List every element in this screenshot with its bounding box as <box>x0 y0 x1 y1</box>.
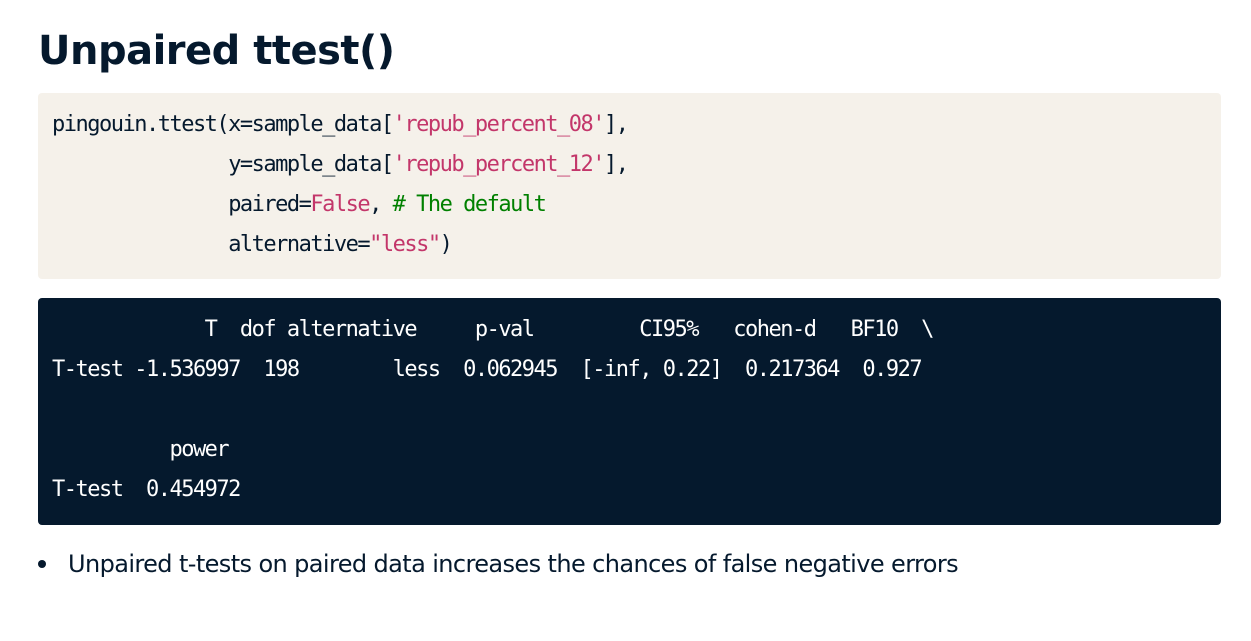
output-header-row-2: power <box>52 437 229 462</box>
slide-title: Unpaired ttest() <box>38 28 395 74</box>
output-blank-row <box>52 397 64 422</box>
output-header-row: T dof alternative p-val CI95% cohen-d BF… <box>52 317 935 342</box>
output-text: T dof alternative p-val CI95% cohen-d BF… <box>52 310 1207 510</box>
code-string: 'repub_percent_12' <box>392 152 606 177</box>
bullet-list: Unpaired t-tests on paired data increase… <box>38 546 959 582</box>
bullet-text: Unpaired t-tests on paired data increase… <box>68 550 959 578</box>
code-block: pingouin.ttest(x=sample_data['repub_perc… <box>38 93 1221 279</box>
bullet-dot-icon <box>38 560 46 568</box>
code-text: pingouin.ttest(x=sample_data['repub_perc… <box>52 105 1207 265</box>
output-data-row-2: T-test 0.454972 <box>52 477 241 502</box>
bullet-item: Unpaired t-tests on paired data increase… <box>38 546 959 582</box>
code-comment: # The default <box>392 192 547 217</box>
code-line-1: pingouin.ttest(x=sample_data['repub_perc… <box>52 112 629 137</box>
code-keyword: False <box>310 192 370 217</box>
output-block: T dof alternative p-val CI95% cohen-d BF… <box>38 298 1221 525</box>
code-line-4: alternative="less") <box>228 232 453 257</box>
code-string: 'repub_percent_08' <box>392 112 606 137</box>
code-string: "less" <box>369 232 441 257</box>
output-data-row: T-test -1.536997 198 less 0.062945 [-inf… <box>52 357 923 382</box>
code-line-3: paired=False, # The default <box>228 192 547 217</box>
code-line-2: y=sample_data['repub_percent_12'], <box>228 152 629 177</box>
